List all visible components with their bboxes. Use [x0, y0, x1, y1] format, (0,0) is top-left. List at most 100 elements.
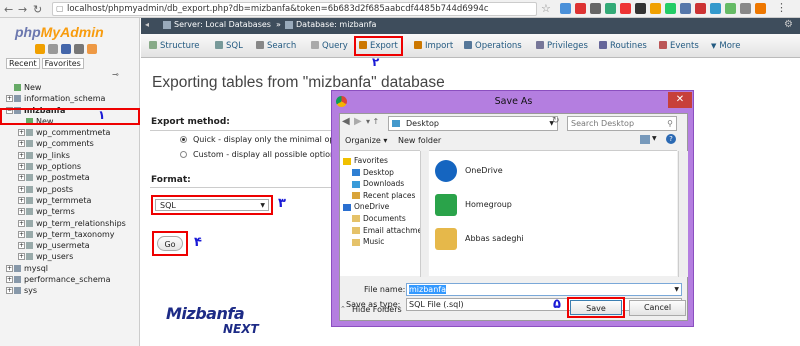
- reload-icon[interactable]: [87, 44, 97, 54]
- nav-item[interactable]: Desktop: [343, 167, 421, 179]
- expand-icon[interactable]: +: [6, 276, 13, 284]
- nav-scrollbar[interactable]: [420, 151, 428, 277]
- logout-icon[interactable]: [48, 44, 58, 54]
- go-button[interactable]: Go: [157, 236, 183, 251]
- view-icon[interactable]: [640, 135, 650, 144]
- tree-item[interactable]: + wp_comments: [2, 138, 140, 149]
- bookmark-star-icon[interactable]: ☆: [541, 2, 551, 15]
- home-icon[interactable]: [35, 44, 45, 54]
- file-scrollbar[interactable]: [678, 151, 688, 277]
- breadcrumb-database[interactable]: Database: mizbanfa: [296, 20, 376, 29]
- link-icon[interactable]: ⊸: [112, 70, 119, 79]
- tree-item[interactable]: + wp_links: [2, 150, 140, 161]
- expand-icon[interactable]: +: [18, 151, 25, 159]
- expand-icon[interactable]: +: [18, 219, 25, 227]
- tab-sql[interactable]: SQL: [215, 34, 243, 58]
- expand-icon[interactable]: +: [18, 174, 25, 182]
- reload-icon[interactable]: ↻: [33, 3, 42, 16]
- nav-item[interactable]: Favorites: [343, 155, 421, 167]
- expand-icon[interactable]: +: [18, 196, 25, 204]
- forward-icon[interactable]: ▶: [354, 116, 362, 127]
- tab-operations[interactable]: Operations: [464, 34, 522, 58]
- extension-icon[interactable]: [650, 3, 661, 14]
- expand-icon[interactable]: +: [18, 163, 25, 171]
- back-icon[interactable]: ←: [4, 3, 13, 16]
- tree-item[interactable]: + sys: [2, 285, 140, 296]
- nav-item[interactable]: OneDrive: [343, 201, 421, 213]
- tree-item[interactable]: + wp_postmeta: [2, 172, 140, 183]
- nav-item[interactable]: Documents: [343, 213, 421, 225]
- new-folder-button[interactable]: New folder: [398, 136, 441, 145]
- extension-icon[interactable]: [605, 3, 616, 14]
- chevron-down-icon[interactable]: ▼: [652, 135, 657, 142]
- extension-icon[interactable]: [635, 3, 646, 14]
- custom-radio[interactable]: [180, 151, 187, 158]
- tree-item[interactable]: + wp_term_relationships: [2, 218, 140, 229]
- extension-icon[interactable]: [620, 3, 631, 14]
- tree-item[interactable]: + wp_term_taxonomy: [2, 229, 140, 240]
- organize-button[interactable]: Organize ▾: [345, 136, 387, 145]
- extension-icon[interactable]: [680, 3, 691, 14]
- breadcrumb-server[interactable]: Server: Local Databases: [174, 20, 271, 29]
- help-icon[interactable]: ?: [666, 134, 676, 144]
- quick-radio[interactable]: [180, 136, 187, 143]
- extension-icon[interactable]: [575, 3, 586, 14]
- tree-item[interactable]: + wp_usermeta: [2, 240, 140, 251]
- back-icon[interactable]: ◀: [342, 116, 350, 127]
- tree-item[interactable]: + wp_users: [2, 251, 140, 262]
- expand-icon[interactable]: +: [18, 208, 25, 216]
- settings-icon[interactable]: ⚙: [784, 19, 793, 30]
- tree-item[interactable]: New: [2, 82, 140, 93]
- extension-icon[interactable]: [710, 3, 721, 14]
- tab-events[interactable]: Events: [659, 34, 699, 58]
- expand-icon[interactable]: +: [18, 129, 25, 137]
- expand-icon[interactable]: +: [18, 185, 25, 193]
- nav-item[interactable]: Email attachmen: [343, 225, 421, 237]
- tab-recent[interactable]: Recent: [6, 58, 40, 69]
- extension-icon[interactable]: [740, 3, 751, 14]
- tab-search[interactable]: Search: [256, 34, 296, 58]
- search-input[interactable]: Search Desktop ⚲: [567, 116, 677, 131]
- extension-icon[interactable]: [560, 3, 571, 14]
- address-bar[interactable]: ▢ localhost/phpmyadmin/db_export.php?db=…: [52, 2, 537, 16]
- expand-icon[interactable]: +: [18, 242, 25, 250]
- expand-icon[interactable]: +: [18, 230, 25, 238]
- settings-icon[interactable]: [74, 44, 84, 54]
- close-icon[interactable]: ✕: [668, 92, 692, 108]
- chevron-up-icon[interactable]: ⌃: [340, 305, 346, 313]
- expand-icon[interactable]: +: [18, 253, 25, 261]
- hide-folders-button[interactable]: Hide Folders: [352, 305, 402, 314]
- file-name-input[interactable]: mizbanfa ▼: [406, 283, 682, 296]
- extension-icon[interactable]: [590, 3, 601, 14]
- expand-icon[interactable]: +: [18, 140, 25, 148]
- custom-option-label[interactable]: Custom - display all possible options: [193, 150, 339, 159]
- file-item[interactable]: Abbas sadeghi: [435, 225, 655, 255]
- file-item[interactable]: Homegroup: [435, 191, 655, 221]
- tab-favorites[interactable]: Favorites: [41, 58, 84, 69]
- tab-more[interactable]: ▼ More: [711, 34, 740, 58]
- tree-item[interactable]: + wp_commentmeta: [2, 127, 140, 138]
- tab-structure[interactable]: Structure: [149, 34, 200, 58]
- save-button[interactable]: Save: [570, 300, 622, 315]
- tree-item[interactable]: + information_schema: [2, 93, 140, 104]
- expand-icon[interactable]: +: [6, 264, 13, 272]
- expand-icon[interactable]: +: [6, 287, 13, 295]
- tree-item[interactable]: + wp_terms: [2, 206, 140, 217]
- cancel-button[interactable]: Cancel: [629, 300, 686, 316]
- docs-icon[interactable]: [61, 44, 71, 54]
- tree-item[interactable]: + wp_termmeta: [2, 195, 140, 206]
- nav-item[interactable]: Recent places: [343, 190, 421, 202]
- tab-privileges[interactable]: Privileges: [536, 34, 588, 58]
- tab-query[interactable]: Query: [311, 34, 348, 58]
- collapse-icon[interactable]: ◂: [145, 20, 149, 29]
- tab-import[interactable]: Import: [414, 34, 453, 58]
- tree-item[interactable]: + performance_schema: [2, 274, 140, 285]
- tree-item[interactable]: + mysql: [2, 263, 140, 274]
- tab-routines[interactable]: Routines: [599, 34, 647, 58]
- tree-item[interactable]: + wp_posts: [2, 184, 140, 195]
- path-bar[interactable]: Desktop ▼: [388, 116, 558, 131]
- nav-item[interactable]: Downloads: [343, 178, 421, 190]
- extension-icon[interactable]: [755, 3, 766, 14]
- refresh-icon[interactable]: ↻: [552, 116, 560, 126]
- expand-icon[interactable]: +: [6, 95, 13, 103]
